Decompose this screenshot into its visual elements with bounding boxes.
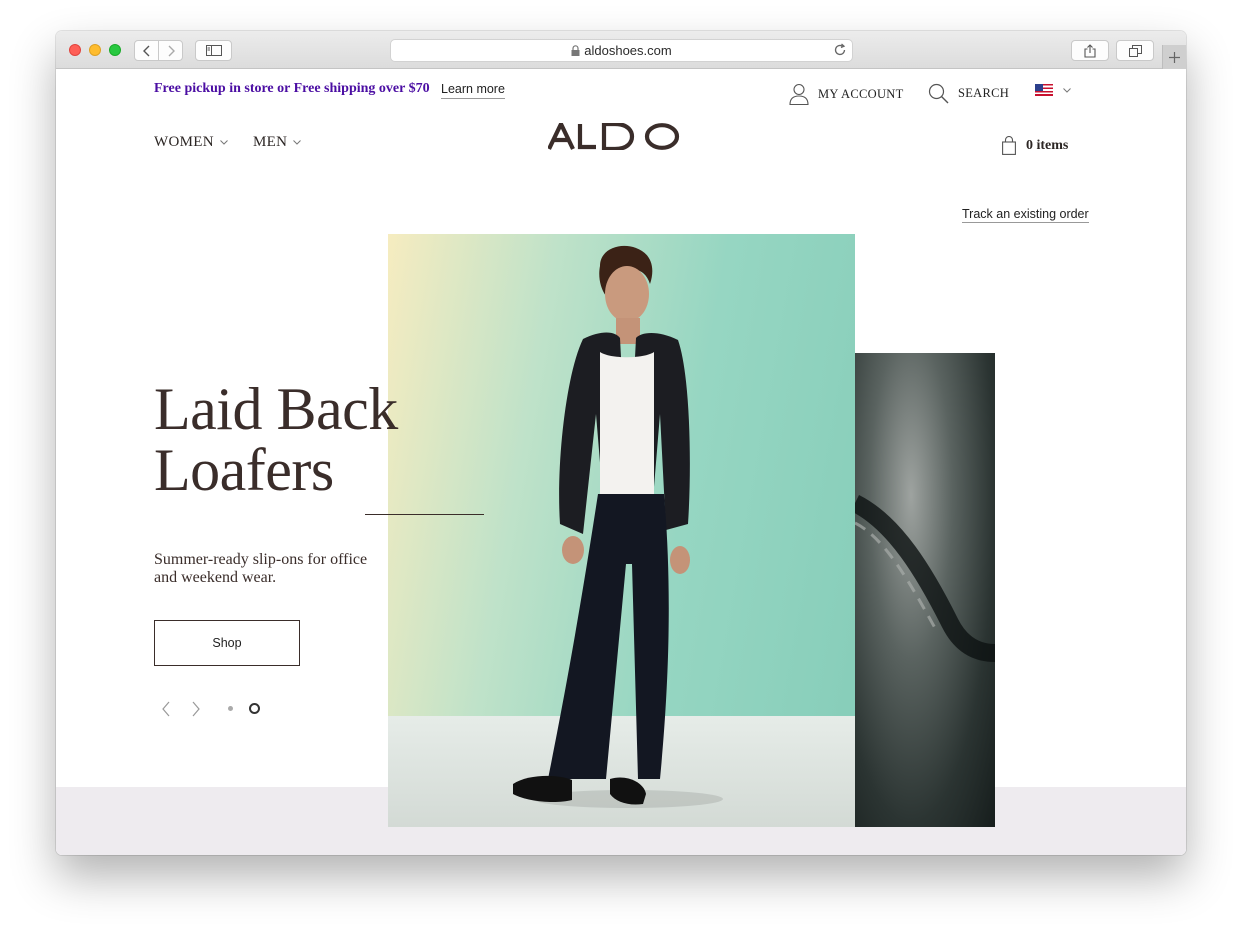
aldo-logo[interactable] <box>547 119 680 155</box>
cart-count: 0 items <box>1026 137 1069 153</box>
plus-icon <box>1169 51 1180 63</box>
shop-button[interactable]: Shop <box>154 620 300 666</box>
headline-rule <box>365 514 484 515</box>
hero-headline: Laid Back Loafers <box>154 379 398 501</box>
hero-model-image <box>388 234 855 827</box>
carousel-next-button[interactable] <box>191 701 201 722</box>
my-account-link[interactable]: MY ACCOUNT <box>789 83 904 105</box>
cart-link[interactable]: 0 items <box>1002 136 1068 155</box>
search-link[interactable]: SEARCH <box>928 83 1009 104</box>
page-content: Free pickup in store or Free shipping ov… <box>56 69 1186 855</box>
tabs-icon <box>1128 44 1142 57</box>
chevron-right-icon <box>192 701 200 717</box>
forward-button[interactable] <box>158 40 183 61</box>
promo-banner-text: Free pickup in store or Free shipping ov… <box>154 81 430 96</box>
back-icon <box>142 45 149 56</box>
reload-icon[interactable] <box>833 43 847 60</box>
forward-icon <box>168 45 175 56</box>
carousel-dot-2-active[interactable] <box>249 703 260 714</box>
nav-women[interactable]: WOMEN <box>154 134 228 151</box>
sidebar-icon <box>205 45 222 56</box>
carousel-prev-button[interactable] <box>161 701 171 722</box>
show-tabs-button[interactable] <box>1116 40 1154 61</box>
leather-stitch-detail <box>855 494 995 662</box>
hero-subtext: Summer-ready slip-ons for office and wee… <box>154 551 368 586</box>
share-icon <box>1084 43 1096 58</box>
chevron-down-icon <box>293 140 302 145</box>
chevron-down-icon <box>219 140 228 145</box>
nav-women-label: WOMEN <box>154 134 214 150</box>
nav-men[interactable]: MEN <box>253 134 302 151</box>
lock-icon <box>571 45 580 56</box>
new-tab-button[interactable] <box>1162 45 1186 69</box>
sidebar-toggle-button[interactable] <box>195 40 232 61</box>
search-label: SEARCH <box>958 86 1010 100</box>
chevron-left-icon <box>162 701 170 717</box>
hero-headline-line1: Laid Back <box>154 376 398 442</box>
my-account-label: MY ACCOUNT <box>818 86 904 101</box>
url-text: aldoshoes.com <box>584 43 672 58</box>
chevron-down-icon <box>1063 87 1071 93</box>
country-selector[interactable] <box>1035 84 1071 96</box>
minimize-window-button[interactable] <box>89 44 101 56</box>
address-bar[interactable]: aldoshoes.com <box>390 39 853 62</box>
zoom-window-button[interactable] <box>109 44 121 56</box>
shopping-bag-icon <box>1002 136 1016 155</box>
loafer-closeup-image <box>855 353 995 827</box>
model-figure <box>513 245 723 808</box>
share-button[interactable] <box>1071 40 1109 61</box>
track-order-link[interactable]: Track an existing order <box>962 207 1089 223</box>
nav-men-label: MEN <box>253 134 288 150</box>
back-button[interactable] <box>134 40 159 61</box>
browser-toolbar: aldoshoes.com <box>56 31 1186 69</box>
us-flag-icon <box>1035 84 1053 96</box>
browser-window: aldoshoes.com Free pickup in store or Fr… <box>56 31 1186 855</box>
search-icon <box>928 83 949 104</box>
user-icon <box>789 83 809 105</box>
hero-headline-line2: Loafers <box>154 437 334 503</box>
close-window-button[interactable] <box>69 44 81 56</box>
learn-more-link[interactable]: Learn more <box>441 82 505 99</box>
carousel-dot-1[interactable] <box>228 706 233 711</box>
